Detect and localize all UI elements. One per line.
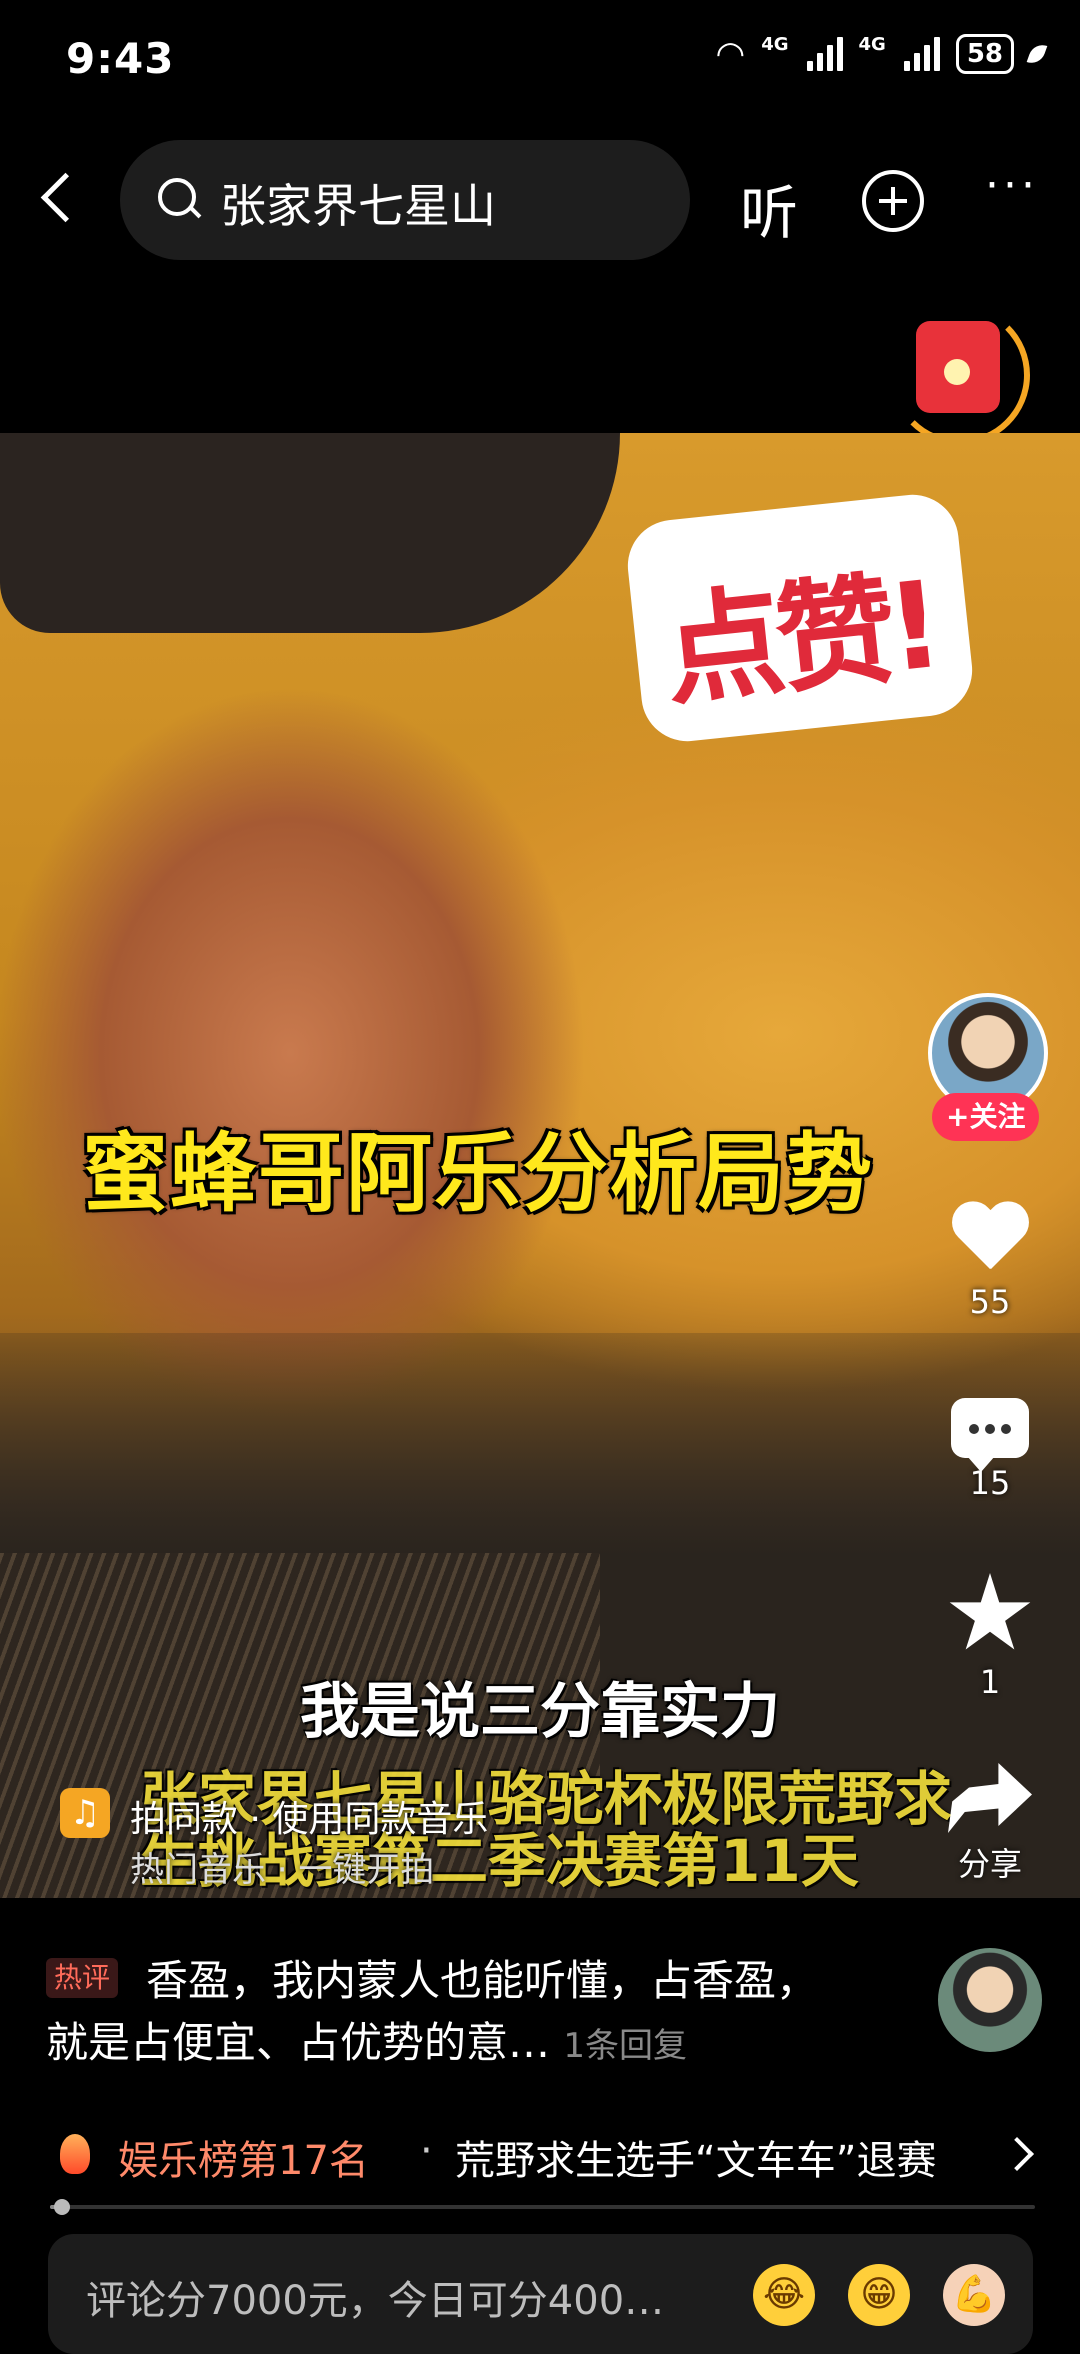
hot-comment-text-block: 香盈，我内蒙人也能听懂，占香盈，就是占便宜、占优势的意… 1条回复 bbox=[46, 1950, 826, 2077]
sticker-text: 点赞! bbox=[657, 556, 942, 723]
video-subtitle: 我是说三分靠实力 bbox=[300, 1677, 780, 1747]
comment-icon bbox=[951, 1398, 1029, 1472]
hot-comment[interactable]: 热评 香盈，我内蒙人也能听懂，占香盈，就是占便宜、占优势的意… 1条回复 bbox=[0, 1940, 1080, 2070]
rank-headline: 荒野求生选手“文车车”退赛 bbox=[455, 2138, 937, 2184]
more-button[interactable]: ··· bbox=[985, 160, 1039, 211]
music-line-1: 拍同款 · 使用同款音乐 bbox=[130, 1799, 489, 1840]
like-button[interactable]: 55 bbox=[920, 1203, 1060, 1321]
favorite-count: 1 bbox=[979, 1663, 1001, 1701]
eco-leaf-icon bbox=[1026, 41, 1048, 67]
search-icon bbox=[158, 178, 196, 216]
video-frame-hair bbox=[0, 433, 620, 633]
top-bar: 张家界七星山 听 ··· bbox=[0, 140, 1080, 260]
grinning-icon[interactable]: 😁 bbox=[848, 2264, 910, 2326]
fire-icon bbox=[60, 2134, 90, 2174]
rank-separator: · bbox=[420, 2128, 433, 2174]
chevron-right-icon bbox=[1000, 2137, 1034, 2171]
ranking-banner[interactable]: 娱乐榜第17名 · 荒野求生选手“文车车”退赛 bbox=[0, 2120, 1080, 2190]
star-icon bbox=[949, 1573, 1031, 1650]
progress-handle[interactable] bbox=[53, 2199, 70, 2215]
heart-icon bbox=[949, 1203, 1031, 1277]
music-note-icon: ♫ bbox=[60, 1788, 110, 1838]
signal-icon bbox=[806, 37, 843, 71]
laughing-tears-icon[interactable]: 😂 bbox=[753, 2264, 815, 2326]
red-packet-icon bbox=[916, 321, 1000, 413]
comment-placeholder[interactable]: 评论分7000元，今日可分400… bbox=[86, 2268, 664, 2326]
clock: 9:43 bbox=[66, 34, 175, 83]
rank-label: 娱乐榜第17名 bbox=[118, 2138, 369, 2184]
favorite-button[interactable]: 1 bbox=[920, 1573, 1060, 1701]
red-packet-button[interactable] bbox=[890, 305, 1030, 445]
flexed-arm-icon[interactable]: 💪 bbox=[943, 2264, 1005, 2326]
like-count: 55 bbox=[969, 1283, 1011, 1321]
video-caption: 蜜蜂哥阿乐分析局势 bbox=[82, 1124, 874, 1224]
share-button[interactable]: 分享 bbox=[920, 1763, 1060, 1885]
add-button[interactable] bbox=[862, 170, 924, 232]
signal-icon-2 bbox=[903, 37, 940, 71]
reply-count[interactable]: 1条回复 bbox=[563, 2026, 687, 2066]
follow-button[interactable]: +关注 bbox=[932, 1093, 1040, 1141]
comment-button[interactable]: 15 bbox=[920, 1398, 1060, 1502]
battery-indicator: 58 bbox=[955, 34, 1014, 74]
share-label: 分享 bbox=[957, 1845, 1022, 1883]
listen-button[interactable]: 听 bbox=[740, 166, 798, 250]
music-line-2: 热门音乐 · 一键开拍 bbox=[130, 1850, 435, 1890]
status-icons: ◠ 4G 4G 58 bbox=[715, 34, 1048, 74]
hot-comment-text: 香盈，我内蒙人也能听懂，占香盈，就是占便宜、占优势的意… bbox=[46, 1956, 819, 2067]
like-sticker: 点赞! bbox=[629, 496, 971, 740]
network-type-1: 4G bbox=[761, 34, 789, 55]
status-bar: 9:43 ◠ 4G 4G 58 bbox=[0, 0, 1080, 130]
video-player[interactable]: 点赞! 蜜蜂哥阿乐分析局势 我是说三分靠实力 张家界七星山骆驼杯极限荒野求生挑战… bbox=[0, 433, 1080, 1898]
search-box[interactable]: 张家界七星山 bbox=[120, 140, 690, 260]
comment-input-bar[interactable]: 评论分7000元，今日可分400… 😂 😁 💪 bbox=[48, 2234, 1033, 2354]
wifi-icon: ◠ bbox=[715, 34, 746, 74]
network-type-2: 4G bbox=[858, 34, 886, 55]
back-button[interactable] bbox=[30, 168, 90, 228]
commenter-avatar[interactable] bbox=[938, 1948, 1042, 2052]
video-progress-bar[interactable] bbox=[50, 2199, 1035, 2215]
share-arrow-icon bbox=[948, 1763, 1032, 1833]
search-query: 张家界七星山 bbox=[220, 179, 496, 233]
